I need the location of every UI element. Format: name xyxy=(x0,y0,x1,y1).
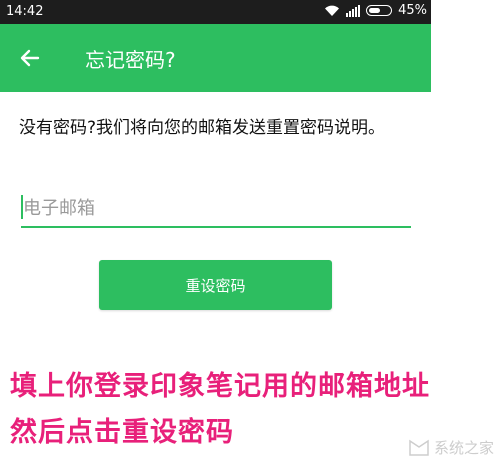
watermark-text: 系统之家 xyxy=(433,439,494,457)
battery-percent: 45% xyxy=(398,3,427,18)
battery-icon xyxy=(366,5,393,16)
signal-icon xyxy=(346,4,361,17)
app-bar: 忘记密码? xyxy=(0,24,431,92)
watermark: 系统之家 xyxy=(408,437,494,458)
wifi-icon xyxy=(325,5,340,16)
annotation-line-1: 填上你登录印象笔记用的邮箱地址 xyxy=(10,371,430,402)
page-title: 忘记密码? xyxy=(85,48,176,72)
status-bar: 14:42 45% xyxy=(0,0,431,24)
email-input[interactable] xyxy=(21,190,411,228)
annotation-line-2: 然后点击重设密码 xyxy=(10,417,234,448)
status-icons: 45% xyxy=(324,3,427,18)
phone-screen: 14:42 45% 忘记密码? 没有密码?我们将向您的邮箱发送重置密码说明。 电… xyxy=(0,0,431,320)
reset-password-button[interactable]: 重设密码 xyxy=(99,260,332,310)
reset-description: 没有密码?我们将向您的邮箱发送重置密码说明。 xyxy=(19,118,386,138)
text-cursor xyxy=(21,195,23,219)
screenshot-frame: 14:42 45% 忘记密码? 没有密码?我们将向您的邮箱发送重置密码说明。 电… xyxy=(0,0,500,464)
back-arrow-icon[interactable] xyxy=(18,46,42,70)
watermark-logo-icon xyxy=(409,439,429,456)
status-time: 14:42 xyxy=(6,4,44,19)
